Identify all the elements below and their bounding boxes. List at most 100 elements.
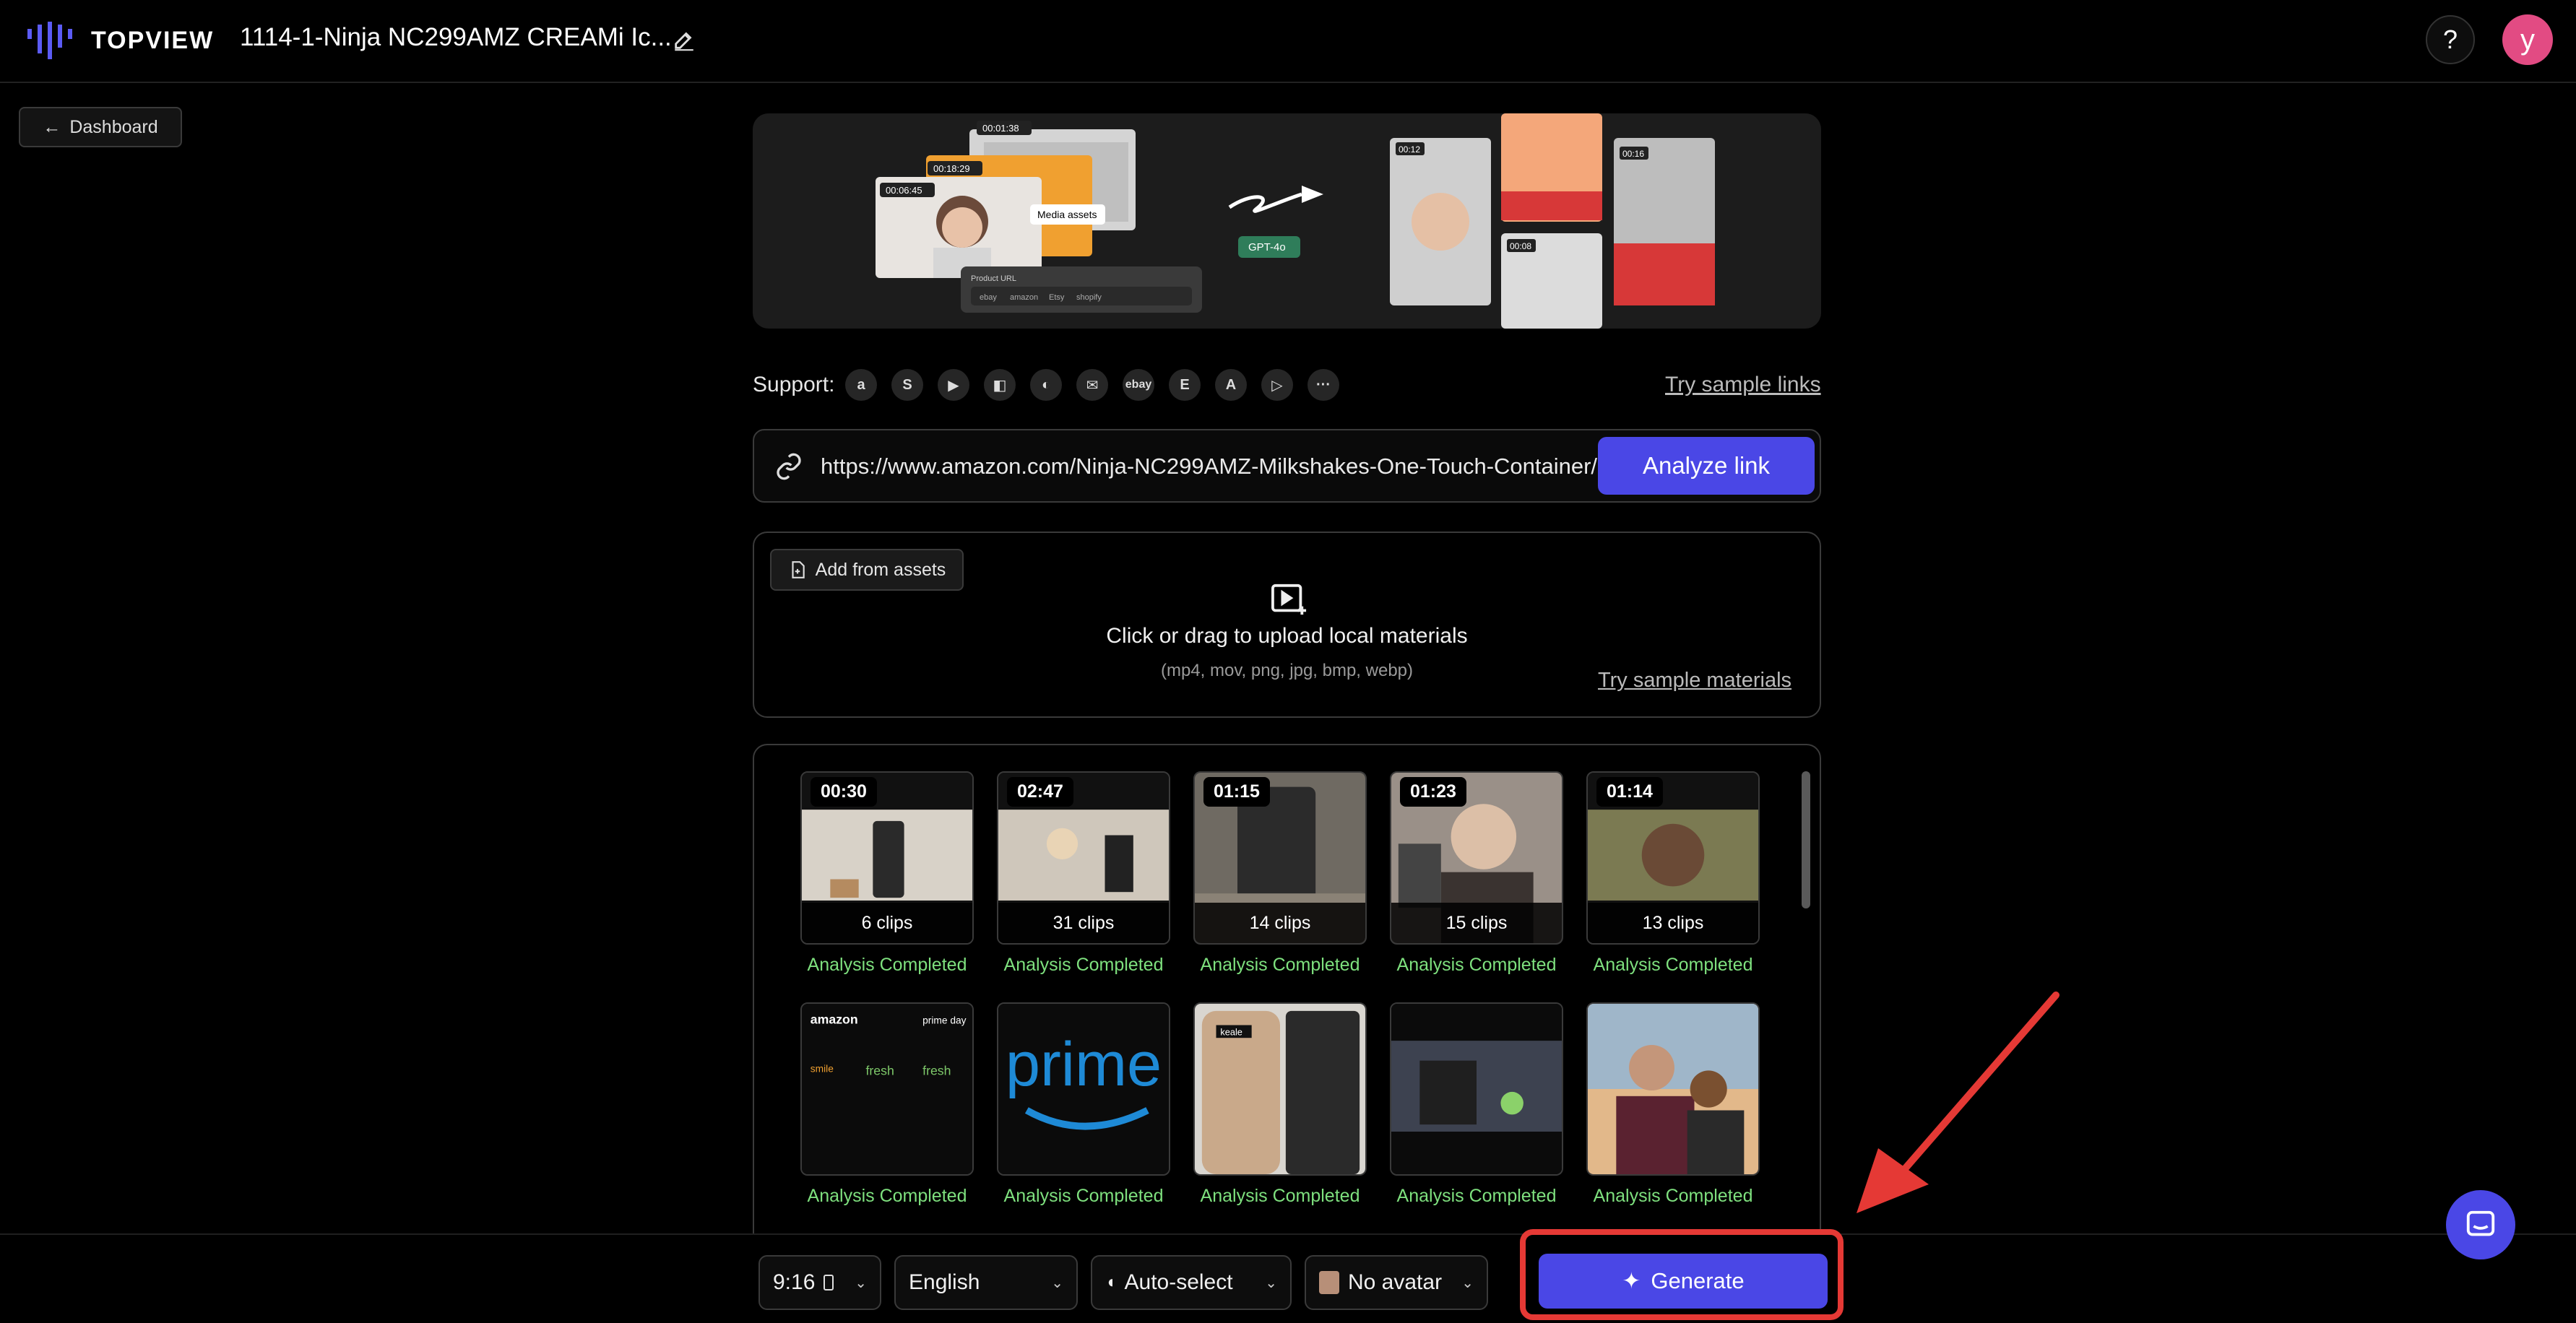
out-time-1: 00:12: [1399, 144, 1420, 155]
voice-value: Auto-select: [1124, 1270, 1233, 1294]
video-upload-icon: [1271, 584, 1307, 615]
media-card[interactable]: 00:30 6 clips: [800, 771, 974, 945]
clip-count: 13 clips: [1588, 903, 1758, 943]
add-from-assets-button[interactable]: Add from assets: [770, 549, 964, 591]
out-time-3: 00:16: [1622, 149, 1644, 159]
try-sample-materials[interactable]: Try sample materials: [1598, 669, 1791, 693]
out-time-2: 00:08: [1510, 241, 1531, 251]
media-card[interactable]: amazon smile fresh fresh prime day: [800, 1002, 974, 1176]
media-thumbnail: [1588, 1004, 1758, 1174]
store-ebay: ebay: [980, 293, 997, 302]
aspect-ratio-value: 9:16: [773, 1270, 816, 1294]
media-card[interactable]: 02:47 31 clips: [997, 771, 1170, 945]
voice-icon: ◖: [1105, 1272, 1116, 1292]
media-card[interactable]: 01:15 14 clips: [1193, 771, 1367, 945]
media-grid-panel: 00:30 6 clips Analysis Completed 02:47 3…: [753, 744, 1821, 1264]
analysis-status: Analysis Completed: [1396, 1186, 1557, 1206]
duration-badge: 00:30: [811, 777, 877, 807]
hero-illustration: 00:01:38 00:18:29 00:06:45 Media assets …: [876, 113, 1715, 329]
more-icon[interactable]: ···: [1308, 369, 1339, 401]
media-card[interactable]: keale: [1193, 1002, 1367, 1176]
amazon-icon[interactable]: a: [845, 369, 877, 401]
app-store-icon[interactable]: A: [1215, 369, 1247, 401]
svg-text:smile: smile: [811, 1063, 834, 1074]
ebay-icon[interactable]: ebay: [1123, 369, 1154, 401]
logo-text: TOPVIEW: [91, 26, 215, 54]
help-button[interactable]: ?: [2426, 15, 2475, 64]
upload-dropzone[interactable]: Add from assets Click or drag to upload …: [753, 532, 1821, 718]
voice-select[interactable]: ◖ Auto-select ⌄: [1091, 1255, 1292, 1310]
topview-logo[interactable]: TOPVIEW: [27, 22, 214, 59]
edit-icon[interactable]: [672, 27, 696, 52]
chat-support-button[interactable]: [2446, 1190, 2515, 1259]
store-shopify: shopify: [1076, 293, 1102, 302]
analysis-status: Analysis Completed: [1003, 1186, 1164, 1206]
analyze-link-button[interactable]: Analyze link: [1598, 437, 1815, 495]
google-play-icon[interactable]: ▷: [1261, 369, 1293, 401]
support-platforms: a S ▶ ◧ ◐ ✉ ebay E A ▷ ···: [845, 369, 1339, 401]
upload-instruction: Click or drag to upload local materials: [1106, 624, 1468, 648]
arrow-left-icon: ←: [43, 116, 61, 137]
sparkle-icon: ✦: [1622, 1268, 1641, 1293]
gpt-badge: GPT-4o: [1248, 241, 1286, 253]
chevron-down-icon: ⌄: [1051, 1275, 1063, 1291]
shop-bag-icon[interactable]: ◧: [984, 369, 1016, 401]
aspect-ratio-select[interactable]: 9:16 ⌄: [758, 1255, 881, 1310]
media-scrollbar[interactable]: [1802, 771, 1810, 908]
media-card[interactable]: 01:14 13 clips: [1586, 771, 1760, 945]
generate-button[interactable]: ✦ Generate: [1539, 1254, 1828, 1309]
prime-thumb-text: prime: [1006, 1030, 1162, 1099]
help-label: ?: [2442, 25, 2458, 54]
bottom-toolbar: 9:16 ⌄ English ⌄ ◖ Auto-select ⌄ No avat…: [0, 1233, 2576, 1323]
add-from-assets-label: Add from assets: [815, 559, 946, 580]
shopify-icon[interactable]: S: [891, 369, 923, 401]
avatar-thumb-icon: [1319, 1271, 1339, 1294]
dashboard-back-button[interactable]: ← Dashboard: [19, 107, 182, 147]
media-card[interactable]: prime: [997, 1002, 1170, 1176]
store-amazon: amazon: [1010, 293, 1038, 302]
try-sample-links[interactable]: Try sample links: [1665, 373, 1821, 397]
hero-banner: 00:01:38 00:18:29 00:06:45 Media assets …: [753, 113, 1821, 329]
youtube-icon[interactable]: ▶: [938, 369, 969, 401]
user-avatar[interactable]: y: [2502, 14, 2553, 65]
language-value: English: [909, 1270, 980, 1294]
amazon-thumb-text: amazon: [811, 1012, 858, 1027]
clip-count: 6 clips: [802, 903, 972, 943]
duration-badge: 01:15: [1203, 777, 1270, 807]
media-assets-label: Media assets: [1037, 209, 1097, 220]
analysis-status: Analysis Completed: [1593, 955, 1753, 975]
media-card[interactable]: [1586, 1002, 1760, 1176]
topview-logo-icon: [27, 22, 72, 59]
media-card[interactable]: [1390, 1002, 1563, 1176]
language-select[interactable]: English ⌄: [894, 1255, 1078, 1310]
duration-badge: 02:47: [1007, 777, 1073, 807]
top-header: TOPVIEW 1114-1-Ninja NC299AMZ CREAMi Ic.…: [0, 0, 2576, 83]
etsy-text: E: [1180, 376, 1190, 393]
svg-text:fresh: fresh: [866, 1063, 894, 1077]
avatar-value: No avatar: [1348, 1270, 1443, 1294]
mail-icon[interactable]: ✉: [1076, 369, 1108, 401]
chevron-down-icon: ⌄: [1265, 1275, 1277, 1291]
app-icon[interactable]: ◐: [1030, 369, 1062, 401]
analysis-status: Analysis Completed: [1593, 1186, 1753, 1206]
analyze-label: Analyze link: [1642, 452, 1771, 479]
file-add-icon: [792, 561, 805, 578]
url-input-bar: https://www.amazon.com/Ninja-NC299AMZ-Mi…: [753, 429, 1821, 503]
ebay-text: ebay: [1125, 378, 1152, 391]
clip-count: 14 clips: [1195, 903, 1365, 943]
media-thumbnail: prime: [998, 1004, 1169, 1174]
product-url-input[interactable]: https://www.amazon.com/Ninja-NC299AMZ-Mi…: [821, 454, 1597, 480]
analysis-status: Analysis Completed: [1396, 955, 1557, 975]
media-card[interactable]: 01:23 15 clips: [1390, 771, 1563, 945]
avatar-select[interactable]: No avatar ⌄: [1305, 1255, 1488, 1310]
media-thumbnail: [1391, 1004, 1562, 1174]
hero-time-2: 00:18:29: [933, 163, 970, 174]
store-etsy: Etsy: [1049, 293, 1065, 302]
hero-time-1: 00:01:38: [982, 123, 1019, 134]
analysis-status: Analysis Completed: [1200, 955, 1360, 975]
etsy-icon[interactable]: E: [1169, 369, 1201, 401]
svg-text:prime day: prime day: [922, 1015, 966, 1026]
duration-badge: 01:14: [1596, 777, 1663, 807]
analysis-status: Analysis Completed: [807, 1186, 967, 1206]
analysis-status: Analysis Completed: [1200, 1186, 1360, 1206]
